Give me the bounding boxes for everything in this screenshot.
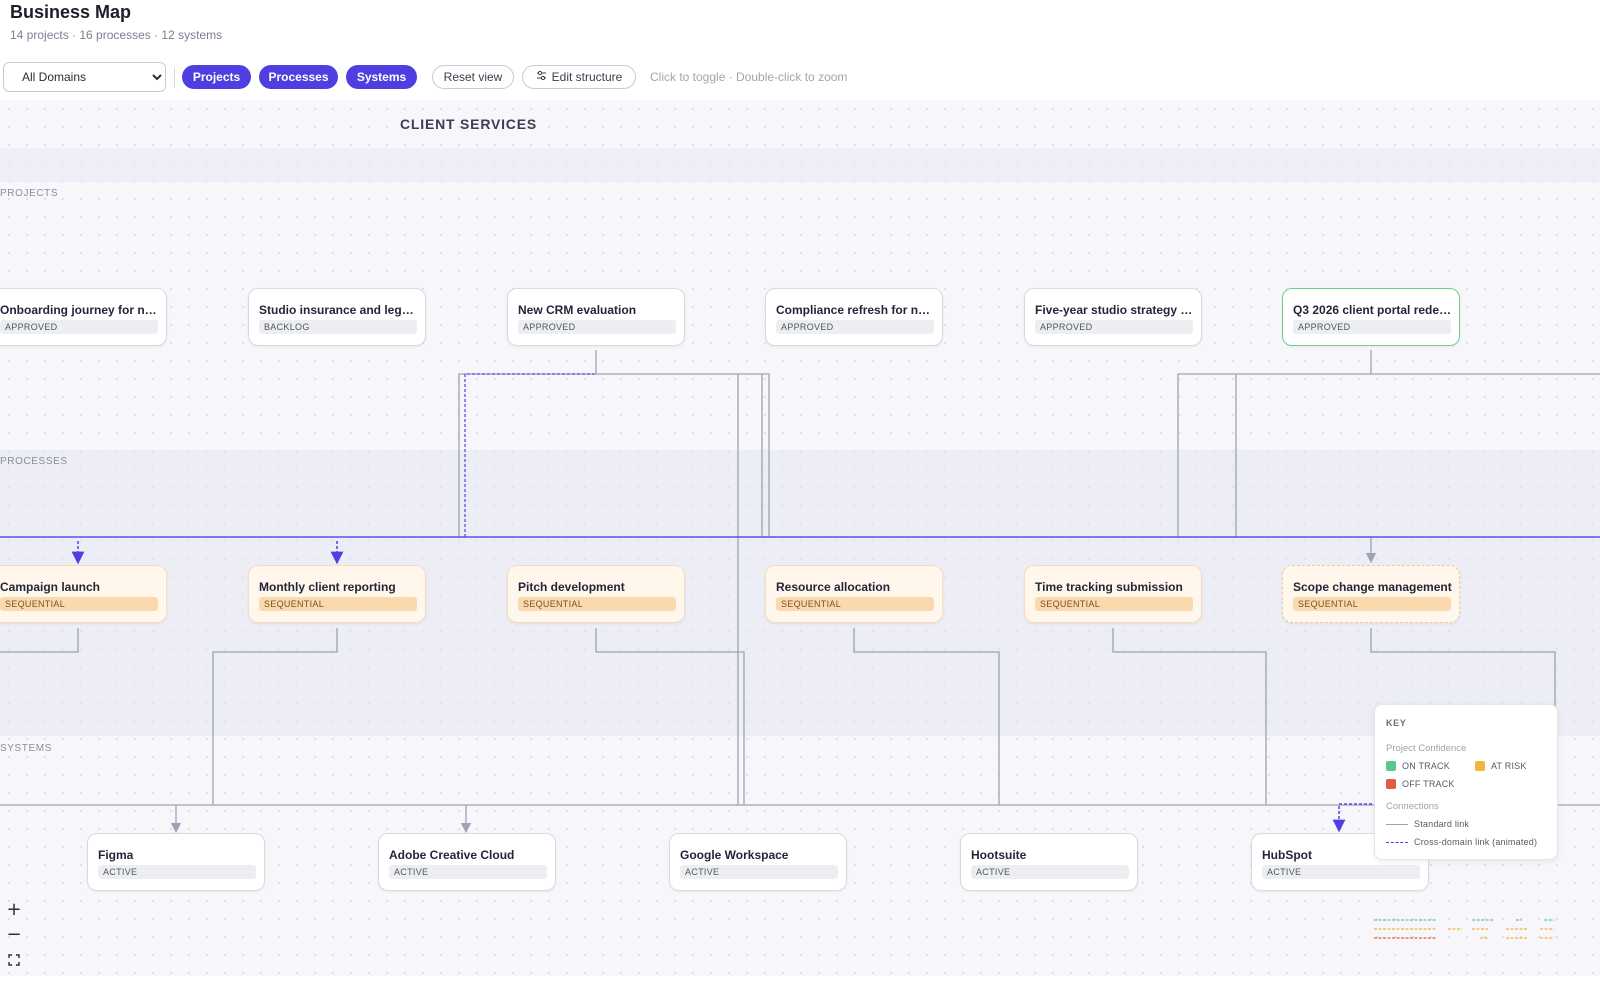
legend-cross-domain-link: Cross-domain link (animated)	[1386, 837, 1537, 847]
minimap[interactable]	[1372, 916, 1558, 946]
process-card[interactable]: Campaign launch SEQUENTIAL	[0, 565, 167, 623]
project-card[interactable]: Compliance refresh for new ... APPROVED	[765, 288, 943, 346]
sliders-icon	[536, 70, 547, 84]
status-badge: ACTIVE	[1262, 865, 1420, 879]
system-card[interactable]: Hootsuite ACTIVE	[960, 833, 1138, 891]
process-title: Monthly client reporting	[259, 580, 396, 594]
process-type-badge: SEQUENTIAL	[518, 597, 676, 611]
off-track-swatch	[1386, 779, 1396, 789]
app-header: Business Map 14 projects · 16 processes …	[0, 0, 1600, 55]
process-card[interactable]: Monthly client reporting SEQUENTIAL	[248, 565, 426, 623]
status-badge: APPROVED	[776, 320, 934, 334]
project-title: Five-year studio strategy re...	[1035, 303, 1195, 317]
on-track-swatch	[1386, 761, 1396, 771]
zoom-out-button[interactable]: −	[3, 923, 25, 945]
project-title: Studio insurance and legal r...	[259, 303, 419, 317]
system-title: Adobe Creative Cloud	[389, 848, 515, 862]
fit-view-button[interactable]	[3, 949, 25, 971]
process-title: Scope change management	[1293, 580, 1452, 594]
edit-structure-label: Edit structure	[551, 70, 623, 84]
page-title: Business Map	[10, 2, 132, 22]
process-card[interactable]: Scope change management SEQUENTIAL	[1282, 565, 1460, 623]
project-card[interactable]: Onboarding journey for new ... APPROVED	[0, 288, 167, 346]
toggle-projects-button[interactable]: Projects	[182, 65, 251, 89]
domain-select[interactable]: All Domains	[3, 62, 166, 92]
cross-domain-link-label: Cross-domain link (animated)	[1414, 837, 1538, 847]
status-badge: APPROVED	[1293, 320, 1451, 334]
edit-structure-button[interactable]: Edit structure	[522, 65, 636, 89]
system-card[interactable]: Figma ACTIVE	[87, 833, 265, 891]
project-card[interactable]: New CRM evaluation APPROVED	[507, 288, 685, 346]
status-badge: APPROVED	[0, 320, 158, 334]
system-card[interactable]: Google Workspace ACTIVE	[669, 833, 847, 891]
at-risk-label: AT RISK	[1491, 761, 1527, 771]
legend-on-track: ON TRACK	[1386, 761, 1450, 771]
page-subtitle: 14 projects · 16 processes · 12 systems	[10, 28, 223, 42]
business-map-canvas[interactable]: PROJECTS PROCESSES SYSTEMS CLIENT SERVIC…	[0, 100, 1600, 976]
legend-title: KEY	[1386, 718, 1407, 728]
standard-link-line	[1386, 823, 1408, 825]
process-card[interactable]: Time tracking submission SEQUENTIAL	[1024, 565, 1202, 623]
process-title: Campaign launch	[0, 580, 101, 594]
status-badge: ACTIVE	[98, 865, 256, 879]
cross-domain-link-line	[1386, 841, 1408, 843]
process-title: Pitch development	[518, 580, 625, 594]
process-type-badge: SEQUENTIAL	[0, 597, 158, 611]
project-card[interactable]: Studio insurance and legal r... BACKLOG	[248, 288, 426, 346]
process-title: Resource allocation	[776, 580, 891, 594]
status-badge: APPROVED	[518, 320, 676, 334]
link-line	[1177, 373, 1600, 537]
link-line	[458, 373, 770, 537]
process-type-badge: SEQUENTIAL	[776, 597, 934, 611]
project-title: Compliance refresh for new ...	[776, 303, 936, 317]
link-line	[853, 628, 1000, 805]
project-title: New CRM evaluation	[518, 303, 637, 317]
toggle-processes-button[interactable]: Processes	[259, 65, 338, 89]
legend-panel: KEY Project Confidence ON TRACK AT RISK …	[1374, 704, 1558, 860]
legend-standard-link: Standard link	[1386, 819, 1469, 829]
toolbar-hint: Click to toggle · Double-click to zoom	[650, 70, 848, 84]
process-card[interactable]: Pitch development SEQUENTIAL	[507, 565, 685, 623]
system-card[interactable]: Adobe Creative Cloud ACTIVE	[378, 833, 556, 891]
toolbar: All Domains Projects Processes Systems R…	[0, 54, 1600, 101]
legend-confidence-title: Project Confidence	[1386, 743, 1467, 754]
at-risk-swatch	[1475, 761, 1485, 771]
link-line	[212, 628, 338, 805]
cross-domain-link	[1332, 803, 1372, 833]
link-line	[0, 628, 79, 653]
legend-connections-title: Connections	[1386, 801, 1439, 812]
toggle-systems-button[interactable]: Systems	[346, 65, 417, 89]
process-title: Time tracking submission	[1035, 580, 1183, 594]
status-badge: ACTIVE	[971, 865, 1129, 879]
process-type-badge: SEQUENTIAL	[1035, 597, 1193, 611]
reset-view-label: Reset view	[443, 70, 503, 84]
status-badge: APPROVED	[1035, 320, 1193, 334]
project-card[interactable]: Five-year studio strategy re... APPROVED	[1024, 288, 1202, 346]
system-title: Hootsuite	[971, 848, 1027, 862]
project-title: Onboarding journey for new ...	[0, 303, 160, 317]
system-title: Figma	[98, 848, 134, 862]
project-title: Q3 2026 client portal redesi...	[1293, 303, 1453, 317]
cross-domain-link	[464, 373, 596, 537]
fit-view-icon	[8, 950, 20, 971]
process-type-badge: SEQUENTIAL	[259, 597, 417, 611]
off-track-label: OFF TRACK	[1402, 779, 1455, 789]
legend-off-track: OFF TRACK	[1386, 779, 1455, 789]
status-badge: BACKLOG	[259, 320, 417, 334]
zoom-in-button[interactable]: +	[3, 898, 25, 920]
link-line	[1112, 628, 1267, 805]
standard-link-label: Standard link	[1414, 819, 1470, 829]
status-badge: ACTIVE	[389, 865, 547, 879]
system-title: Google Workspace	[680, 848, 789, 862]
on-track-label: ON TRACK	[1402, 761, 1450, 771]
project-card-selected[interactable]: Q3 2026 client portal redesi... APPROVED	[1282, 288, 1460, 346]
process-card[interactable]: Resource allocation SEQUENTIAL	[765, 565, 943, 623]
process-type-badge: SEQUENTIAL	[1293, 597, 1451, 611]
legend-at-risk: AT RISK	[1475, 761, 1527, 771]
toolbar-divider	[174, 68, 175, 88]
reset-view-button[interactable]: Reset view	[432, 65, 514, 89]
link-line	[595, 628, 745, 805]
status-badge: ACTIVE	[680, 865, 838, 879]
